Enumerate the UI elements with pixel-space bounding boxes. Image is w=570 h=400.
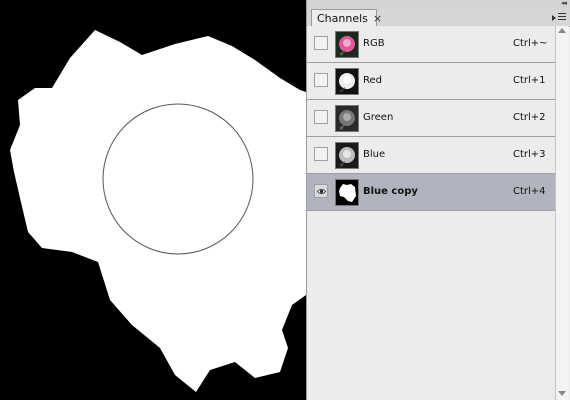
channel-name: Green: [363, 112, 394, 123]
scroll-up-icon[interactable]: [558, 28, 566, 33]
channel-thumbnail: [335, 105, 359, 132]
channel-row-blue[interactable]: Blue Ctrl+3: [307, 137, 555, 174]
channels-panel: ◂◂ Channels × RGB Ctrl+~ Red Ctrl+1 Gree…: [306, 0, 570, 400]
channel-thumbnail: [335, 179, 359, 206]
panel-menu-icon[interactable]: [552, 11, 566, 23]
channel-name: Blue copy: [363, 186, 418, 197]
white-mask-shape: [10, 30, 306, 392]
channel-shortcut: Ctrl+3: [513, 149, 546, 160]
channel-thumbnail: [335, 142, 359, 169]
channel-name: RGB: [363, 38, 385, 49]
tab-channels[interactable]: Channels ×: [311, 9, 382, 26]
visibility-toggle[interactable]: [314, 110, 328, 124]
visibility-toggle[interactable]: [314, 184, 328, 198]
tab-channels-label: Channels: [317, 11, 368, 25]
channel-list: RGB Ctrl+~ Red Ctrl+1 Green Ctrl+2 Blue …: [307, 26, 555, 211]
channel-row-rgb[interactable]: RGB Ctrl+~: [307, 26, 555, 63]
channel-thumbnail: [335, 68, 359, 95]
visibility-toggle[interactable]: [314, 73, 328, 87]
visibility-toggle[interactable]: [314, 36, 328, 50]
close-icon[interactable]: ×: [373, 12, 382, 25]
channel-shortcut: Ctrl+1: [513, 75, 546, 86]
panel-tab-bar: Channels ×: [307, 8, 570, 27]
channel-row-blue-copy[interactable]: Blue copy Ctrl+4: [307, 174, 555, 211]
collapse-panel-icon[interactable]: ◂◂: [561, 0, 567, 7]
eye-icon: [317, 188, 326, 195]
vertical-scrollbar[interactable]: [555, 26, 569, 400]
channel-thumbnail: [335, 31, 359, 58]
channel-shortcut: Ctrl+~: [513, 38, 548, 49]
channel-row-red[interactable]: Red Ctrl+1: [307, 63, 555, 100]
channel-name: Blue: [363, 149, 386, 160]
mask-image: [10, 30, 306, 392]
scroll-down-icon[interactable]: [558, 391, 566, 396]
channel-name: Red: [363, 75, 382, 86]
channel-shortcut: Ctrl+4: [513, 186, 546, 197]
channel-shortcut: Ctrl+2: [513, 112, 546, 123]
channel-row-green[interactable]: Green Ctrl+2: [307, 100, 555, 137]
visibility-toggle[interactable]: [314, 147, 328, 161]
document-canvas[interactable]: [0, 0, 306, 400]
